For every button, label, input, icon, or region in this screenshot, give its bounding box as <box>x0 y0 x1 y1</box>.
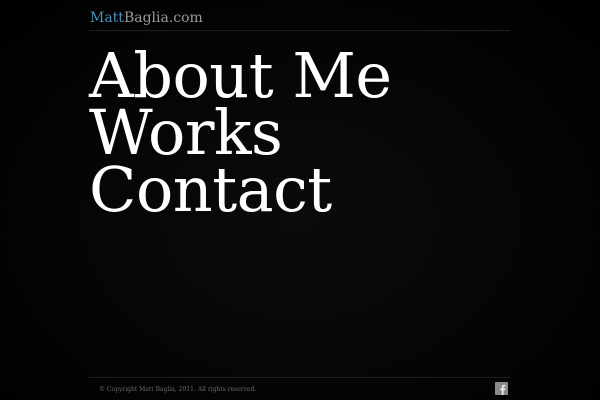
logo-domain: Baglia.com <box>123 10 203 26</box>
nav-item-contact: Contact <box>89 159 392 221</box>
nav-link-contact[interactable]: Contact <box>89 159 392 221</box>
site-footer: © Copyright Matt Baglia, 2011. All right… <box>89 377 510 400</box>
main-nav: About Me Works Contact <box>89 45 392 221</box>
logo-first-name: Matt <box>90 10 124 26</box>
copyright-text: © Copyright Matt Baglia, 2011. All right… <box>99 386 257 393</box>
facebook-link[interactable] <box>495 382 508 395</box>
page-container: MattBaglia.com About Me Works Contact © … <box>89 0 510 400</box>
site-logo-link[interactable]: MattBaglia.com <box>90 9 203 27</box>
facebook-icon <box>495 382 508 395</box>
site-header: MattBaglia.com <box>89 8 510 31</box>
